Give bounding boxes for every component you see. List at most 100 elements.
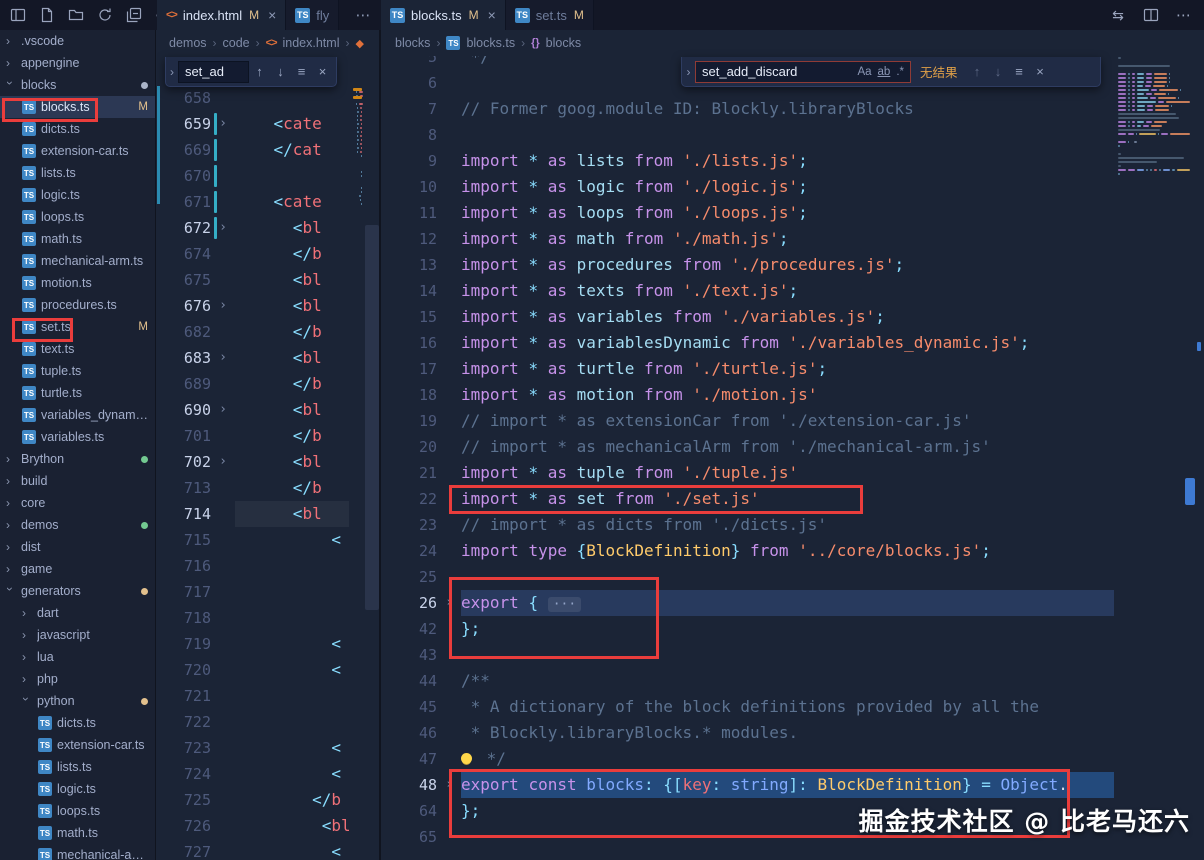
code-line-718[interactable]: 718: [157, 605, 349, 631]
code-line-44[interactable]: 44 /**: [383, 668, 1114, 694]
find-close-button[interactable]: ×: [1030, 61, 1051, 82]
tree-file-logic-ts[interactable]: TS logic.ts: [0, 778, 155, 800]
code-line-42[interactable]: 42};: [383, 616, 1114, 642]
line-number[interactable]: 716: [157, 553, 211, 579]
tree-file-extension-car-ts[interactable]: TS extension-car.ts: [0, 140, 155, 162]
line-number[interactable]: 683: [157, 345, 211, 371]
line-number[interactable]: 18: [383, 382, 437, 408]
code-text[interactable]: </b: [235, 319, 349, 345]
fold-chevron-icon[interactable]: ›: [211, 293, 235, 319]
code-text[interactable]: [235, 579, 349, 605]
code-text[interactable]: // import * as extensionCar from './exte…: [461, 408, 1114, 434]
refresh-icon[interactable]: [97, 7, 113, 23]
line-number[interactable]: 675: [157, 267, 211, 293]
code-text[interactable]: import * as variables from './variables.…: [461, 304, 1114, 330]
code-line-721[interactable]: 721: [157, 683, 349, 709]
line-number[interactable]: 46: [383, 720, 437, 746]
code-text[interactable]: </b: [235, 423, 349, 449]
find-in-selection-button[interactable]: ≡: [291, 61, 312, 82]
tree-folder-Brython[interactable]: › Brython: [0, 448, 155, 470]
line-number[interactable]: 16: [383, 330, 437, 356]
code-line-26[interactable]: 26 › export { ···: [383, 590, 1114, 616]
code-text[interactable]: <bl: [235, 813, 349, 839]
tree-folder-javascript[interactable]: › javascript: [0, 624, 155, 646]
line-number[interactable]: 10: [383, 174, 437, 200]
code-line-659[interactable]: 659 › <cate: [157, 111, 349, 137]
line-number[interactable]: 11: [383, 200, 437, 226]
code-text[interactable]: [461, 642, 1114, 668]
code-line-716[interactable]: 716: [157, 553, 349, 579]
tree-file-variables-ts[interactable]: TS variables.ts: [0, 426, 155, 448]
line-number[interactable]: 13: [383, 252, 437, 278]
code-line-19[interactable]: 19 // import * as extensionCar from './ex…: [383, 408, 1114, 434]
line-number[interactable]: 721: [157, 683, 211, 709]
code-line-674[interactable]: 674 </b: [157, 241, 349, 267]
code-text[interactable]: <bl: [235, 501, 349, 527]
code-line-719[interactable]: 719 <: [157, 631, 349, 657]
line-number[interactable]: 6: [383, 70, 437, 96]
code-line-726[interactable]: 726 <bl: [157, 813, 349, 839]
code-line-722[interactable]: 722: [157, 709, 349, 735]
code-text[interactable]: /**: [461, 668, 1114, 694]
code-text[interactable]: import * as set from './set.js': [461, 486, 1114, 512]
code-line-23[interactable]: 23 // import * as dicts from './dicts.js': [383, 512, 1114, 538]
tree-folder--vscode[interactable]: › .vscode: [0, 30, 155, 52]
code-line-658[interactable]: 658: [157, 85, 349, 111]
code-line-24[interactable]: 24 import type {BlockDefinition} from '..…: [383, 538, 1114, 564]
line-number[interactable]: 659: [157, 111, 211, 137]
line-number[interactable]: 21: [383, 460, 437, 486]
code-text[interactable]: [461, 564, 1114, 590]
code-line-724[interactable]: 724 <: [157, 761, 349, 787]
code-text[interactable]: import * as math from './math.js';: [461, 226, 1114, 252]
line-number[interactable]: 17: [383, 356, 437, 382]
line-number[interactable]: 14: [383, 278, 437, 304]
code-text[interactable]: // Former goog.module ID: Blockly.librar…: [461, 96, 1114, 122]
tree-folder-core[interactable]: › core: [0, 492, 155, 514]
code-text[interactable]: <: [235, 735, 349, 761]
code-text[interactable]: <: [235, 631, 349, 657]
code-text[interactable]: <bl: [235, 397, 349, 423]
tree-folder-game[interactable]: › game: [0, 558, 155, 580]
breadcrumb-item[interactable]: demos: [169, 36, 207, 50]
breadcrumb-item[interactable]: code: [223, 36, 250, 50]
breadcrumb-item[interactable]: blocks: [546, 36, 581, 50]
code-text[interactable]: import * as texts from './text.js';: [461, 278, 1114, 304]
code-text[interactable]: import * as motion from './motion.js': [461, 382, 1114, 408]
line-number[interactable]: 702: [157, 449, 211, 475]
line-number[interactable]: 670: [157, 163, 211, 189]
tree-file-math-ts[interactable]: TS math.ts: [0, 822, 155, 844]
tree-file-tuple-ts[interactable]: TS tuple.ts: [0, 360, 155, 382]
tree-file-variables_dynamic-ts[interactable]: TS variables_dynamic.ts: [0, 404, 155, 426]
code-text[interactable]: export const blocks: {[key: string]: Blo…: [461, 772, 1114, 798]
line-number[interactable]: 26: [383, 590, 437, 616]
code-line-16[interactable]: 16 import * as variablesDynamic from './v…: [383, 330, 1114, 356]
tree-file-logic-ts[interactable]: TS logic.ts: [0, 184, 155, 206]
code-text[interactable]: <bl: [235, 449, 349, 475]
fold-chevron-icon[interactable]: ›: [437, 772, 461, 798]
line-number[interactable]: 724: [157, 761, 211, 787]
breadcrumb-item[interactable]: blocks: [395, 36, 430, 50]
code-line-690[interactable]: 690 › <bl: [157, 397, 349, 423]
line-number[interactable]: 45: [383, 694, 437, 720]
code-line-8[interactable]: 8: [383, 122, 1114, 148]
code-line-47[interactable]: 47 */: [383, 746, 1114, 772]
line-number[interactable]: 718: [157, 605, 211, 631]
line-number[interactable]: 713: [157, 475, 211, 501]
code-line-13[interactable]: 13 import * as procedures from './procedu…: [383, 252, 1114, 278]
breadcrumb-item[interactable]: blocks.ts: [466, 36, 515, 50]
code-text[interactable]: * A dictionary of the block definitions …: [461, 694, 1114, 720]
tree-file-dicts-ts[interactable]: TS dicts.ts: [0, 118, 155, 140]
code-line-670[interactable]: 670: [157, 163, 349, 189]
code-line-18[interactable]: 18 import * as motion from './motion.js': [383, 382, 1114, 408]
line-number[interactable]: 690: [157, 397, 211, 423]
code-line-17[interactable]: 17 import * as turtle from './turtle.js';: [383, 356, 1114, 382]
code-line-727[interactable]: 727 <: [157, 839, 349, 860]
line-number[interactable]: 723: [157, 735, 211, 761]
line-number[interactable]: 25: [383, 564, 437, 590]
editor-actions-more-icon[interactable]: ⋯: [349, 0, 377, 30]
code-text[interactable]: [235, 709, 349, 735]
whole-word-icon[interactable]: ab: [878, 66, 891, 78]
tree-folder-dist[interactable]: › dist: [0, 536, 155, 558]
code-line-14[interactable]: 14 import * as texts from './text.js';: [383, 278, 1114, 304]
code-text[interactable]: [235, 85, 349, 111]
